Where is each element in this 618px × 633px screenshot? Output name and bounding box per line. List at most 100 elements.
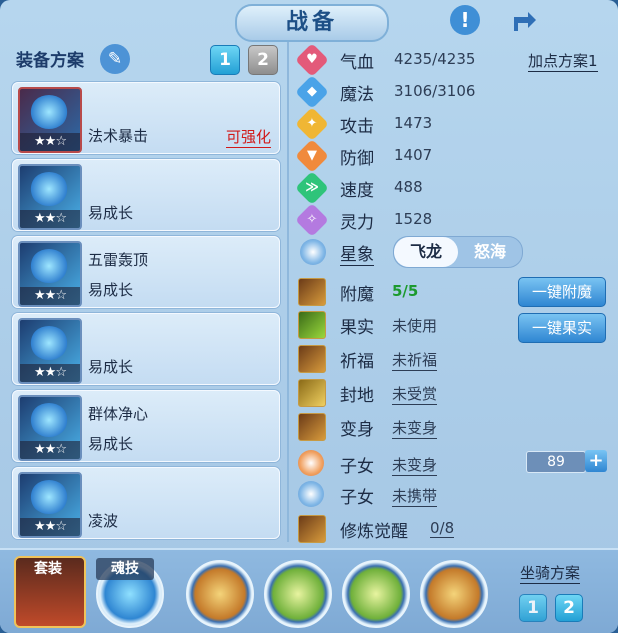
stat-label: 魔法 xyxy=(340,85,374,105)
stat-label: 防御 xyxy=(340,149,374,169)
equipment-set-label: 套装 xyxy=(34,561,62,577)
extra-value[interactable]: 0/8 xyxy=(430,519,455,538)
cultivation-row: 修炼觉醒 0/8 xyxy=(298,515,608,543)
transform-row: 变身 未变身 xyxy=(298,413,608,441)
plus-icon[interactable]: + xyxy=(585,450,607,472)
stat-label: 速度 xyxy=(340,181,374,201)
star-sign-toggle[interactable]: 飞龙 怒海 xyxy=(393,236,523,268)
share-icon[interactable] xyxy=(510,5,540,35)
cultivation-icon xyxy=(298,515,326,543)
star-rating: ★★☆ xyxy=(20,364,80,382)
extra-value[interactable]: 未受赏 xyxy=(392,383,438,405)
star-rating: ★★☆ xyxy=(20,518,80,536)
toggle-angry-sea[interactable]: 怒海 xyxy=(458,237,522,267)
equipment-trait: 易成长 xyxy=(88,204,134,222)
equipment-card-6[interactable]: ★★☆ 凌波 xyxy=(12,467,280,539)
equipment-effect: 凌波 xyxy=(88,512,119,530)
weapon-icon: ★★☆ xyxy=(18,87,82,153)
skill-slot-2[interactable] xyxy=(264,560,332,628)
boots-icon: ★★☆ xyxy=(18,472,82,538)
equipment-card-5[interactable]: ★★☆ 群体净心 易成长 xyxy=(12,390,280,462)
panel-title: 战备 xyxy=(235,4,389,42)
transform-icon xyxy=(298,413,326,441)
star-rating: ★★☆ xyxy=(20,210,80,228)
mount-plan-2-button[interactable]: 2 xyxy=(555,594,583,622)
fruit-icon xyxy=(298,311,326,339)
extra-value: 5/5 xyxy=(392,282,419,300)
equipment-trait: 易成长 xyxy=(88,358,134,376)
star-rating: ★★☆ xyxy=(20,287,80,305)
extra-value[interactable]: 未祈福 xyxy=(392,349,438,371)
stat-value: 488 xyxy=(394,178,423,196)
equipment-trait: 易成长 xyxy=(88,435,134,453)
stat-spirit: ✧ 灵力 1528 xyxy=(295,203,608,237)
armor-icon: ★★☆ xyxy=(18,318,82,384)
equipment-effect: 群体净心 xyxy=(88,405,149,423)
stat-value: 4235/4235 xyxy=(394,50,476,68)
child-icon xyxy=(298,450,324,476)
stat-hp: ♥ 气血 4235/4235 xyxy=(295,43,608,77)
extra-label: 封地 xyxy=(340,386,374,406)
stat-speed: ≫ 速度 488 xyxy=(295,171,608,205)
extra-label: 变身 xyxy=(340,420,374,440)
extra-value[interactable]: 未携带 xyxy=(392,485,438,507)
column-divider xyxy=(287,42,289,542)
blessing-icon xyxy=(298,345,326,373)
one-click-enchant-button[interactable]: 一键附魔 xyxy=(518,277,606,307)
skill-slot-3[interactable] xyxy=(342,560,410,628)
fief-row: 封地 未受赏 xyxy=(298,379,608,407)
blessing-row: 祈福 未祈福 xyxy=(298,345,608,373)
fief-icon xyxy=(298,379,326,407)
mount-plan-1-button[interactable]: 1 xyxy=(519,594,547,622)
enhance-link[interactable]: 可强化 xyxy=(225,126,271,148)
child-level-bar: 89 xyxy=(526,451,586,473)
skill-slot-4[interactable] xyxy=(420,560,488,628)
edit-plan-icon[interactable]: ✎ xyxy=(100,44,130,74)
info-icon[interactable]: ! xyxy=(450,5,480,35)
equipment-card-1[interactable]: ★★☆ 法术暴击 可强化 xyxy=(12,82,280,154)
star-rating: ★★☆ xyxy=(20,133,80,151)
stat-value: 1528 xyxy=(394,210,433,228)
paw-icon xyxy=(298,481,324,507)
toggle-flying-dragon[interactable]: 飞龙 xyxy=(394,237,458,267)
stat-label: 气血 xyxy=(340,53,374,73)
belt-icon: ★★☆ xyxy=(18,395,82,461)
child-carry-row: 子女 未携带 xyxy=(298,481,608,509)
equipment-plan-label: 装备方案 xyxy=(16,51,84,71)
stat-value: 1407 xyxy=(394,146,433,164)
equip-plan-2-button[interactable]: 2 xyxy=(248,45,278,75)
equipment-card-3[interactable]: ★★☆ 五雷轰顶 易成长 xyxy=(12,236,280,308)
extra-label: 附魔 xyxy=(340,285,374,305)
stat-mp: ◆ 魔法 3106/3106 xyxy=(295,75,608,109)
stat-value: 3106/3106 xyxy=(394,82,476,100)
helmet-icon: ★★☆ xyxy=(18,164,82,230)
equipment-effect: 法术暴击 xyxy=(88,127,149,145)
stat-value: 1473 xyxy=(394,114,433,132)
extra-value: 未使用 xyxy=(392,317,438,335)
stat-label: 灵力 xyxy=(340,213,374,233)
equipment-card-4[interactable]: ★★☆ 易成长 xyxy=(12,313,280,385)
star-sign-label[interactable]: 星象 xyxy=(340,240,374,266)
extra-label: 子女 xyxy=(340,488,374,508)
extra-label: 果实 xyxy=(340,318,374,338)
extra-label: 修炼觉醒 xyxy=(340,522,408,542)
mount-plan-label: 坐骑方案 xyxy=(520,564,581,584)
necklace-icon: ★★☆ xyxy=(18,241,82,307)
extra-label: 子女 xyxy=(340,457,374,477)
extra-label: 祈福 xyxy=(340,352,374,372)
stat-label: 攻击 xyxy=(340,117,374,137)
equipment-trait: 易成长 xyxy=(88,281,134,299)
star-rating: ★★☆ xyxy=(20,441,80,459)
soul-skill-label: 魂技 xyxy=(96,558,154,580)
stat-defense: ▼ 防御 1407 xyxy=(295,139,608,173)
extra-value[interactable]: 未变身 xyxy=(392,454,438,476)
skill-slot-1[interactable] xyxy=(186,560,254,628)
one-click-fruit-button[interactable]: 一键果实 xyxy=(518,313,606,343)
equip-plan-1-button[interactable]: 1 xyxy=(210,45,240,75)
stat-attack: ✦ 攻击 1473 xyxy=(295,107,608,141)
star-sign-icon xyxy=(300,239,326,265)
battle-prep-panel: 战备 ! 装备方案 ✎ 1 2 ★★☆ 法术暴击 可强化 ★★☆ 易成长 ★★☆… xyxy=(0,0,618,633)
extra-value[interactable]: 未变身 xyxy=(392,417,438,439)
equipment-card-2[interactable]: ★★☆ 易成长 xyxy=(12,159,280,231)
equipment-effect: 五雷轰顶 xyxy=(88,251,149,269)
